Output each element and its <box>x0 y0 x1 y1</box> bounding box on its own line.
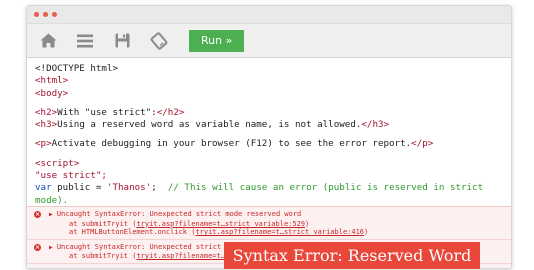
code-editor[interactable]: <!DOCTYPE html> <html> <body> <h2>With "… <box>27 58 511 207</box>
code-line: <!DOCTYPE html> <box>35 63 511 75</box>
code-text: public = <box>51 182 107 194</box>
html-tag: <p> <box>35 138 52 150</box>
code-line: "use strict"; <box>35 170 511 182</box>
window-titlebar <box>27 6 511 24</box>
stack-text: at submitTryit ( <box>69 219 137 228</box>
code-line: var public = 'Thanos'; // This will caus… <box>35 182 511 194</box>
code-text: ; <box>151 182 168 194</box>
string-literal: 'Thanos' <box>106 182 152 194</box>
code-line: <p>Activate debugging in your browser (F… <box>35 138 511 150</box>
code-text: <!DOCTYPE html> <box>35 63 118 74</box>
code-text: With "use strict": <box>57 106 157 118</box>
stack-text: at submitTryit ( <box>69 252 137 261</box>
html-tag: <html> <box>35 75 69 87</box>
rotate-icon <box>150 31 168 50</box>
expand-triangle-icon[interactable]: ▶ <box>49 211 53 218</box>
home-button[interactable] <box>35 28 61 54</box>
editor-window: Run » <!DOCTYPE html> <html> <body> <h2>… <box>26 5 512 269</box>
stack-line: at submitTryit (tryit.asp?filename=t…str… <box>49 220 511 229</box>
html-tag: </p> <box>411 138 434 150</box>
save-button[interactable] <box>109 28 135 54</box>
code-line: <h2>With "use strict":</h2> <box>35 107 511 119</box>
stack-text: at HTMLButtonElement.onclick ( <box>69 228 196 237</box>
code-comment: mode). <box>35 194 69 206</box>
error-icon: × <box>34 243 41 251</box>
code-comment: // This will cause an error (public is r… <box>167 182 484 194</box>
source-link[interactable]: tryit.asp?filename=t…strict_variable:529 <box>136 220 305 228</box>
html-tag: </h2> <box>156 106 185 118</box>
keyword: var <box>35 182 52 194</box>
html-tag: <h2> <box>35 106 58 118</box>
window-dot-3[interactable] <box>52 12 57 17</box>
code-line: <body> <box>35 88 511 100</box>
toolbar: Run » <box>27 24 511 58</box>
html-tag: <body> <box>35 87 69 99</box>
code-line: <h3>Using a reserved word as variable na… <box>35 119 511 131</box>
string-literal: "use strict"; <box>35 170 107 182</box>
window-dot-2[interactable] <box>43 12 48 17</box>
rotate-button[interactable] <box>146 28 172 54</box>
html-tag: <script> <box>35 157 80 169</box>
error-text: Uncaught SyntaxError: Unexpected strict … <box>56 210 302 218</box>
source-link[interactable]: tryit.asp?filename=t…strict_variable:416 <box>195 228 364 236</box>
code-line: <html> <box>35 75 511 87</box>
menu-icon <box>77 34 93 47</box>
run-button[interactable]: Run » <box>189 29 245 52</box>
code-text: Using a reserved word as variable name, … <box>57 119 362 131</box>
code-text: Activate debugging in your browser (F12)… <box>51 138 412 150</box>
home-icon <box>40 33 56 48</box>
stack-line: at HTMLButtonElement.onclick (tryit.asp?… <box>49 228 511 237</box>
html-tag: <h3> <box>35 119 58 131</box>
code-line: <script> <box>35 158 511 170</box>
title-banner: Syntax Error: Reserved Word <box>224 242 480 269</box>
expand-triangle-icon[interactable]: ▶ <box>49 244 53 251</box>
stack-text: ) <box>305 219 310 228</box>
stack-text: ) <box>364 228 369 237</box>
html-tag: </h3> <box>361 119 390 131</box>
error-text: Uncaught SyntaxError: Unexpected strict <box>56 242 222 251</box>
menu-button[interactable] <box>72 28 98 54</box>
console-error: × ▶ Uncaught SyntaxError: Unexpected str… <box>27 207 511 240</box>
save-icon <box>115 33 129 48</box>
error-icon: × <box>34 211 41 218</box>
window-dot-1[interactable] <box>34 12 39 17</box>
error-message[interactable]: ▶ Uncaught SyntaxError: Unexpected stric… <box>49 210 511 220</box>
